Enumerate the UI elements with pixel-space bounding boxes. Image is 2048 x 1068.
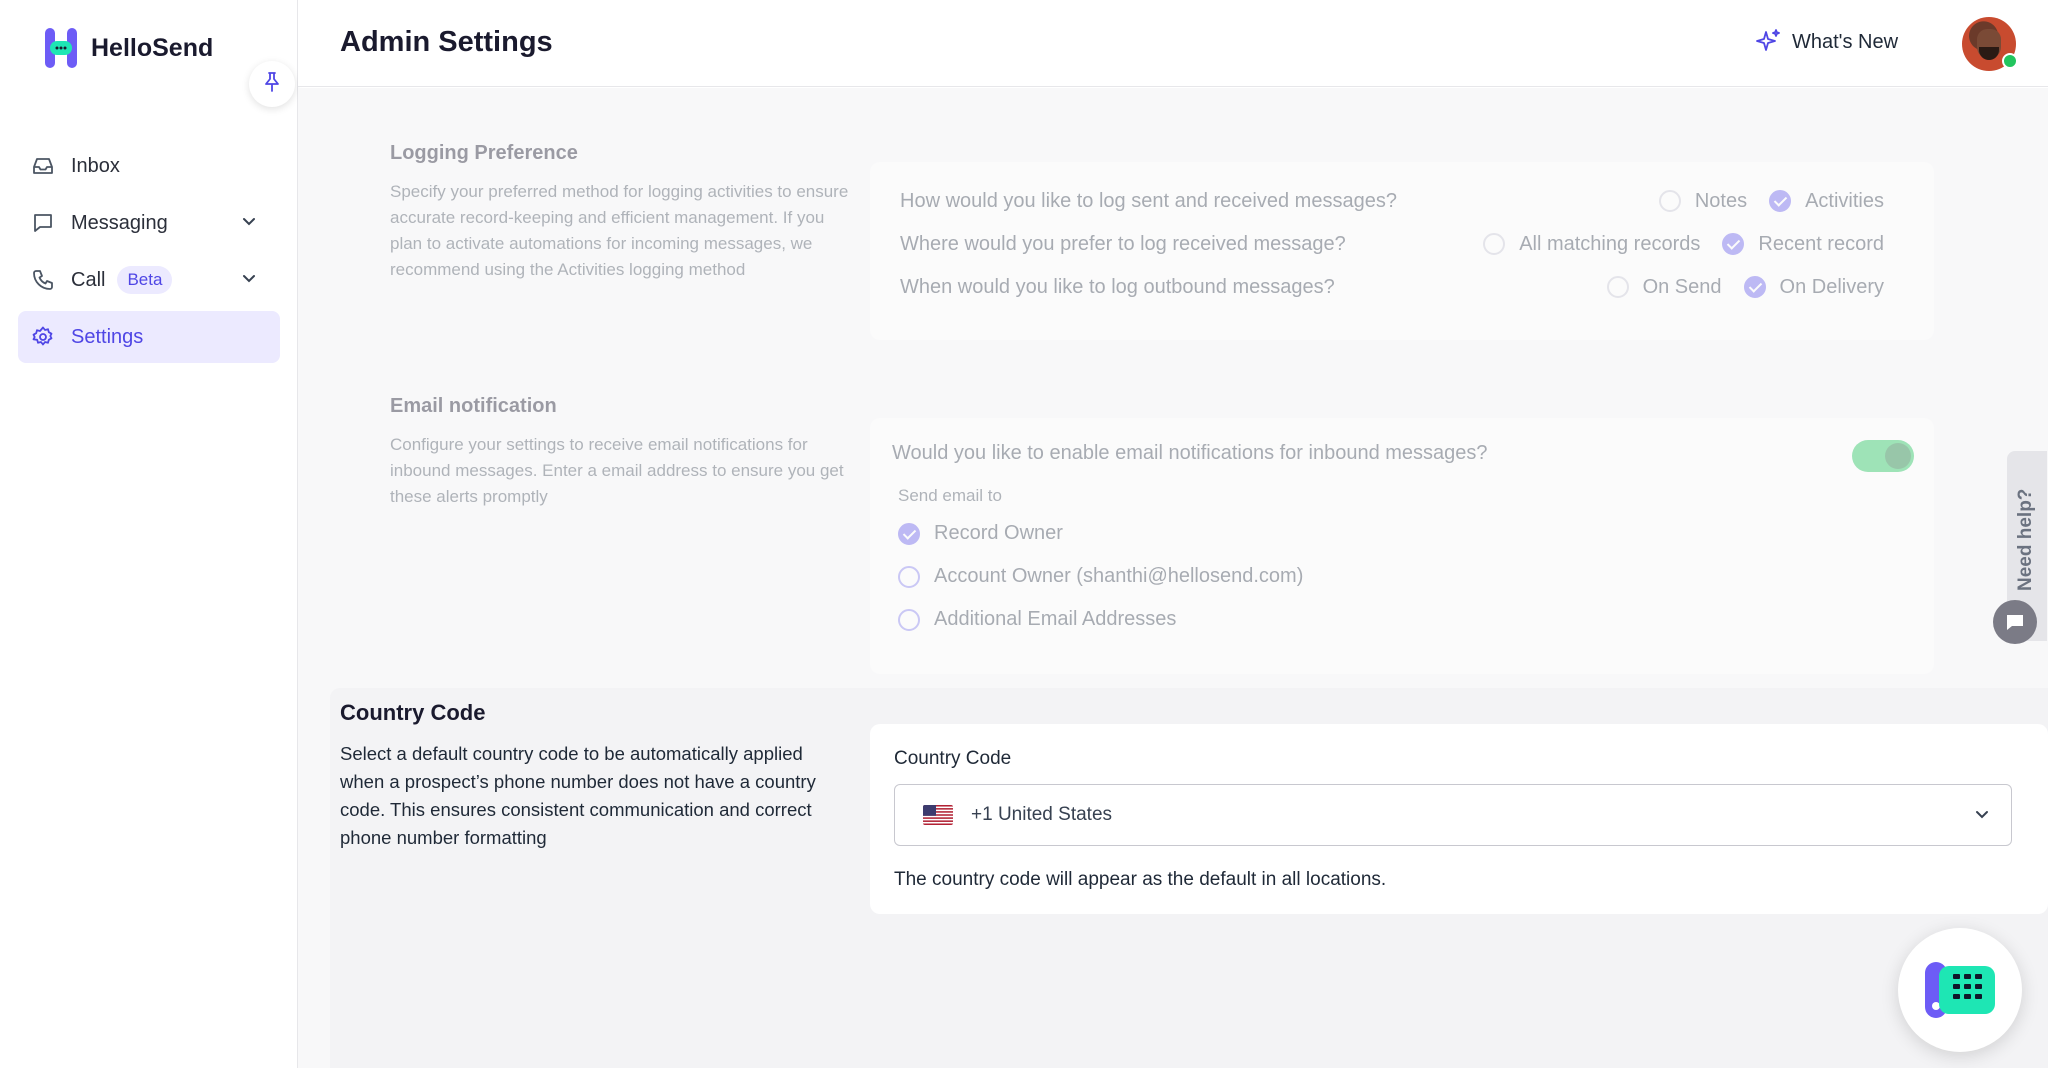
logging-card: How would you like to log sent and recei…	[870, 162, 1934, 340]
option-label: On Send	[1642, 275, 1722, 298]
message-icon	[31, 211, 55, 235]
email-notification-toggle[interactable]	[1852, 440, 1914, 472]
us-flag-icon	[923, 805, 953, 825]
option-label: Notes	[1694, 189, 1748, 212]
top-header: Admin Settings What's New	[298, 0, 2048, 87]
option-recent-record[interactable]: Recent record	[1722, 233, 1884, 256]
page-title: Admin Settings	[340, 26, 553, 58]
option-on-delivery[interactable]: On Delivery	[1743, 275, 1884, 299]
radio-button[interactable]	[898, 608, 920, 631]
recipient-label: Record Owner	[934, 522, 1063, 544]
option-on-send[interactable]: On Send	[1606, 275, 1722, 299]
radio-button[interactable]	[1743, 276, 1766, 298]
sidebar-item-label: Messaging	[71, 211, 168, 234]
log-question-row: How would you like to log sent and recei…	[900, 186, 1884, 216]
email-notification-question: Would you like to enable email notificat…	[892, 442, 1488, 464]
sidebar-item-settings[interactable]: Settings	[18, 311, 280, 363]
log-question-text: When would you like to log outbound mess…	[900, 275, 1335, 298]
sparkle-icon	[1756, 29, 1780, 51]
option-label: Activities	[1805, 189, 1884, 212]
radio-button[interactable]	[1606, 276, 1629, 298]
country-code-section: Country Code Select a default country co…	[330, 688, 2048, 1068]
sidebar-item-call[interactable]: Call Beta	[18, 254, 280, 306]
sidebar-item-label: Inbox	[71, 154, 120, 177]
radio-button[interactable]	[1483, 233, 1506, 255]
phone-icon	[31, 268, 55, 292]
radio-button[interactable]	[1722, 233, 1745, 255]
chat-bubble-icon[interactable]	[1993, 600, 2037, 644]
pin-icon	[262, 71, 282, 98]
hellosend-logo-icon	[44, 27, 78, 69]
sidebar-item-label: Call	[71, 268, 106, 291]
log-question-row: When would you like to log outbound mess…	[900, 272, 1884, 302]
chevron-down-icon[interactable]	[240, 269, 258, 293]
sidebar-item-label: Settings	[71, 325, 144, 348]
country-code-description: Select a default country code to be auto…	[340, 743, 816, 848]
online-status-dot	[2002, 53, 2018, 69]
recipient-record-owner[interactable]: Record Owner	[898, 522, 1063, 545]
option-activities[interactable]: Activities	[1769, 190, 1884, 213]
need-help-label: Need help?	[2015, 488, 2036, 591]
dialpad-icon	[1925, 962, 1995, 1018]
option-notes[interactable]: Notes	[1658, 189, 1748, 213]
logging-description: Specify your preferred method for loggin…	[390, 182, 849, 279]
log-question-text: How would you like to log sent and recei…	[900, 189, 1397, 212]
pin-sidebar-button[interactable]	[249, 61, 295, 107]
radio-button[interactable]	[898, 565, 920, 588]
option-label: All matching records	[1519, 232, 1701, 255]
sidebar: HelloSend Inbox Messaging Call Beta Sett…	[0, 0, 298, 1068]
avatar[interactable]	[1962, 17, 2018, 71]
recipient-additional-emails[interactable]: Additional Email Addresses	[898, 608, 1176, 631]
logging-title: Logging Preference	[390, 142, 578, 164]
sidebar-item-messaging[interactable]: Messaging	[18, 197, 280, 249]
recipient-label: Additional Email Addresses	[934, 608, 1177, 630]
avatar-beard	[1979, 47, 1999, 60]
selected-country-code: +1 United States	[971, 804, 1113, 825]
whats-new-label: What's New	[1792, 30, 1899, 53]
log-question-text: Where would you prefer to log received m…	[900, 232, 1346, 255]
brand[interactable]: HelloSend	[44, 27, 213, 69]
beta-badge: Beta	[117, 266, 173, 294]
country-code-helper-text: The country code will appear as the defa…	[894, 869, 1387, 890]
chevron-down-icon[interactable]	[240, 212, 258, 236]
sidebar-nav: Inbox Messaging Call Beta Settings	[18, 140, 280, 368]
country-code-card: Country Code +1 United States The countr…	[870, 724, 2048, 914]
option-all-matching-records[interactable]: All matching records	[1483, 233, 1700, 256]
sidebar-item-inbox[interactable]: Inbox	[18, 140, 280, 192]
whats-new-button[interactable]: What's New	[1754, 28, 1898, 56]
radio-button[interactable]	[898, 522, 920, 545]
radio-button[interactable]	[1769, 190, 1792, 212]
inbox-icon	[31, 154, 55, 178]
send-email-to-label: Send email to	[898, 486, 1002, 505]
log-question-row: Where would you prefer to log received m…	[900, 229, 1884, 259]
brand-name: HelloSend	[91, 33, 214, 62]
email-notification-card: Would you like to enable email notificat…	[870, 418, 1934, 674]
chevron-down-icon	[1973, 805, 1991, 829]
settings-content: Logging Preference Specify your preferre…	[298, 88, 2048, 1068]
recipient-label: Account Owner (shanthi@hellosend.com)	[934, 565, 1304, 587]
country-code-select[interactable]: +1 United States	[894, 784, 2012, 846]
country-code-field-label: Country Code	[894, 748, 1012, 769]
option-label: On Delivery	[1779, 275, 1884, 298]
option-label: Recent record	[1758, 232, 1884, 255]
gear-icon	[31, 325, 55, 349]
recipient-account-owner[interactable]: Account Owner (shanthi@hellosend.com)	[898, 565, 1303, 588]
country-code-title: Country Code	[340, 700, 486, 725]
radio-button[interactable]	[1658, 190, 1681, 212]
email-notification-description: Configure your settings to receive email…	[390, 435, 844, 506]
dialer-launcher-button[interactable]	[1898, 928, 2022, 1052]
email-notification-title: Email notification	[390, 395, 557, 417]
